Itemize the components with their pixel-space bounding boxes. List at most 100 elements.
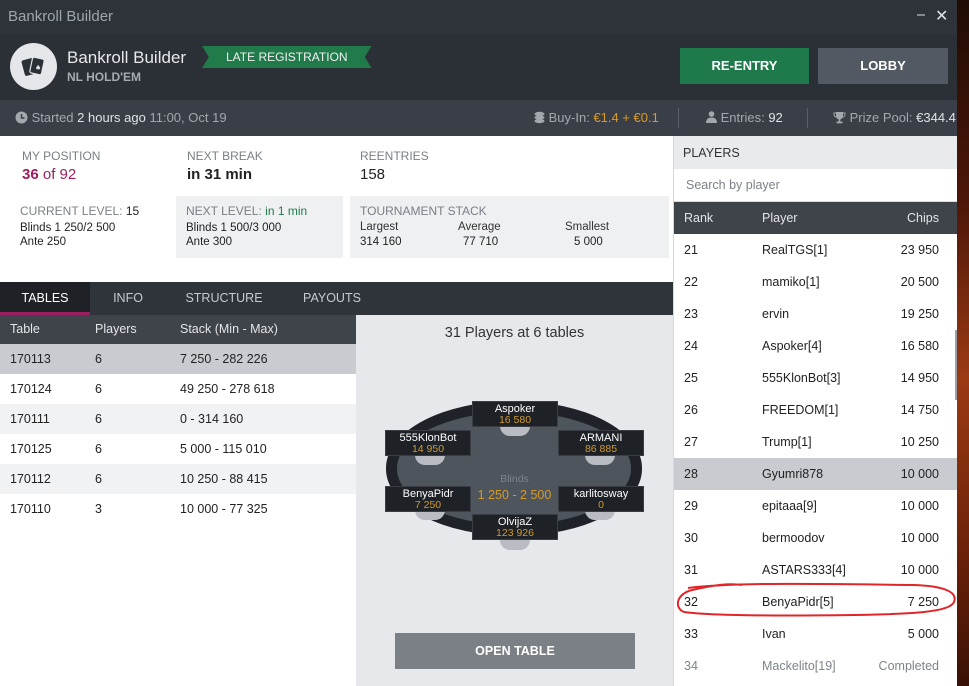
largest-value: 314 160 [360,236,402,248]
player-row[interactable]: 23 ervin 19 250 [674,298,957,330]
trophy-icon [833,112,846,124]
average-value: 77 710 [463,236,499,248]
minimize-icon[interactable]: ⎯ [917,6,925,24]
prize-pool-value: €344.4 [916,110,956,125]
tab-structure[interactable]: STRUCTURE [166,282,282,315]
player-name: epitaaa[9] [762,499,817,513]
tab-info[interactable]: INFO [90,282,166,315]
player-name: FREEDOM[1] [762,403,839,417]
tab-tables[interactable]: TABLES [0,282,90,315]
column-player[interactable]: Player [762,211,797,225]
table-stack: 49 250 - 278 618 [180,382,275,396]
table-id: 170111 [10,412,50,426]
column-rank[interactable]: Rank [684,211,713,225]
seat-upper-left: 555KlonBot 14 950 [385,430,471,456]
player-row[interactable]: 29 epitaaa[9] 10 000 [674,490,957,522]
player-rank: 31 [684,563,698,577]
table-row[interactable]: 170113 6 7 250 - 282 226 [0,344,356,374]
tournament-stack: TOURNAMENT STACK Largest 314 160 Average… [350,196,669,258]
table-row[interactable]: 170110 3 10 000 - 77 325 [0,494,356,524]
seat-chips: 16 580 [498,414,532,426]
table-row[interactable]: 170125 6 5 000 - 115 010 [0,434,356,464]
players-scrollbar[interactable] [955,330,957,400]
prize-pool-label: Prize Pool: [849,110,913,125]
seat-chips: 86 885 [584,443,618,455]
player-rank: 28 [684,467,698,481]
table-preview: 31 Players at 6 tables Blinds 1 250 - 2 … [356,315,673,686]
next-break: NEXT BREAK in 31 min [187,149,263,183]
player-row[interactable]: 25 555KlonBot[3] 14 950 [674,362,957,394]
started-label: Started [31,110,74,125]
next-level: NEXT LEVEL: in 1 min Blinds 1 500/3 000 … [176,196,343,258]
table-row[interactable]: 170112 6 10 250 - 88 415 [0,464,356,494]
re-entry-button[interactable]: RE-ENTRY [680,48,809,84]
player-row[interactable]: 24 Aspoker[4] 16 580 [674,330,957,362]
player-rank: 26 [684,403,698,417]
reentries-label: REENTRIES [360,149,429,163]
player-row[interactable]: 31 ASTARS333[4] 10 000 [674,554,957,586]
next-ante: Ante 300 [186,236,233,248]
table-row[interactable]: 170111 6 0 - 314 160 [0,404,356,434]
player-name: 555KlonBot[3] [762,371,841,385]
player-row[interactable]: 34 Mackelito[19] Completed [674,650,957,682]
smallest-label: Smallest [565,221,610,233]
column-stack[interactable]: Stack (Min - Max) [180,322,278,336]
player-row[interactable]: 30 bermoodov 10 000 [674,522,957,554]
player-name: Ivan [762,627,786,641]
table-row[interactable]: 170124 6 49 250 - 278 618 [0,374,356,404]
buy-in-label: Buy-In: [548,110,590,125]
player-chips: 10 000 [900,499,939,513]
player-row[interactable]: 33 Ivan 5 000 [674,618,957,650]
preview-title: 31 Players at 6 tables [444,325,585,341]
player-rows: 21 RealTGS[1] 23 950 22 mamiko[1] 20 500 23 erv… [674,234,957,682]
player-name: ASTARS333[4] [762,563,846,577]
column-players[interactable]: Players [95,322,137,336]
player-chips: 16 580 [900,339,939,353]
table-stack: 10 250 - 88 415 [180,472,268,486]
info-bar: Started 2 hours ago 11:00, Oct 19 Buy-In… [0,100,957,136]
buy-in-info: Buy-In: €1.4 + €0.1 [534,110,659,125]
blinds-label: Blinds [500,473,529,485]
entries-info: Entries: 92 [706,110,783,125]
next-level-value: in 1 min [265,204,308,218]
player-row[interactable]: 21 RealTGS[1] 23 950 [674,234,957,266]
player-chips: 10 000 [900,563,939,577]
table-stack: 7 250 - 282 226 [180,352,268,366]
player-name: RealTGS[1] [762,243,828,257]
open-table-button[interactable]: OPEN TABLE [395,633,635,669]
player-chips: 14 950 [900,371,939,385]
seat-upper-right: ARMANI 86 885 [558,430,644,456]
column-table[interactable]: Table [10,322,40,336]
close-icon[interactable]: ✕ [935,6,948,26]
player-row[interactable]: 22 mamiko[1] 20 500 [674,266,957,298]
player-name: BenyaPidr[5] [762,595,834,609]
player-name: mamiko[1] [762,275,820,289]
player-name: Mackelito[19] [762,659,836,673]
player-name: bermoodov [762,531,825,545]
cards-logo-icon: ♠ [10,43,57,90]
clock-icon [15,111,28,124]
table-id: 170125 [10,442,52,456]
player-chips: 20 500 [900,275,939,289]
current-level: CURRENT LEVEL: 15 Blinds 1 250/2 500 Ant… [20,204,139,248]
lobby-button[interactable]: LOBBY [818,48,948,84]
seat-bottom: OlvijaZ 123 926 [472,514,558,540]
player-row[interactable]: 28 Gyumri878 10 000 [674,458,957,490]
table-players: 6 [95,412,102,426]
window-title: Bankroll Builder [8,8,114,25]
player-rank: 34 [684,659,698,673]
player-rank: 21 [684,243,698,257]
entries-value: 92 [768,110,783,125]
my-position-label: MY POSITION [22,149,101,163]
next-level-heading: NEXT LEVEL: in 1 min [186,204,307,218]
tab-payouts[interactable]: PAYOUTS [282,282,382,315]
table-id: 170112 [10,472,51,486]
next-break-label: NEXT BREAK [187,149,263,163]
column-chips[interactable]: Chips [907,211,939,225]
player-rank: 32 [684,595,698,609]
player-search-input[interactable]: Search by player [674,169,957,202]
player-row[interactable]: 26 FREEDOM[1] 14 750 [674,394,957,426]
current-level-value: 15 [125,204,140,218]
player-row[interactable]: 27 Trump[1] 10 250 [674,426,957,458]
player-row[interactable]: 32 BenyaPidr[5] 7 250 [674,586,957,618]
